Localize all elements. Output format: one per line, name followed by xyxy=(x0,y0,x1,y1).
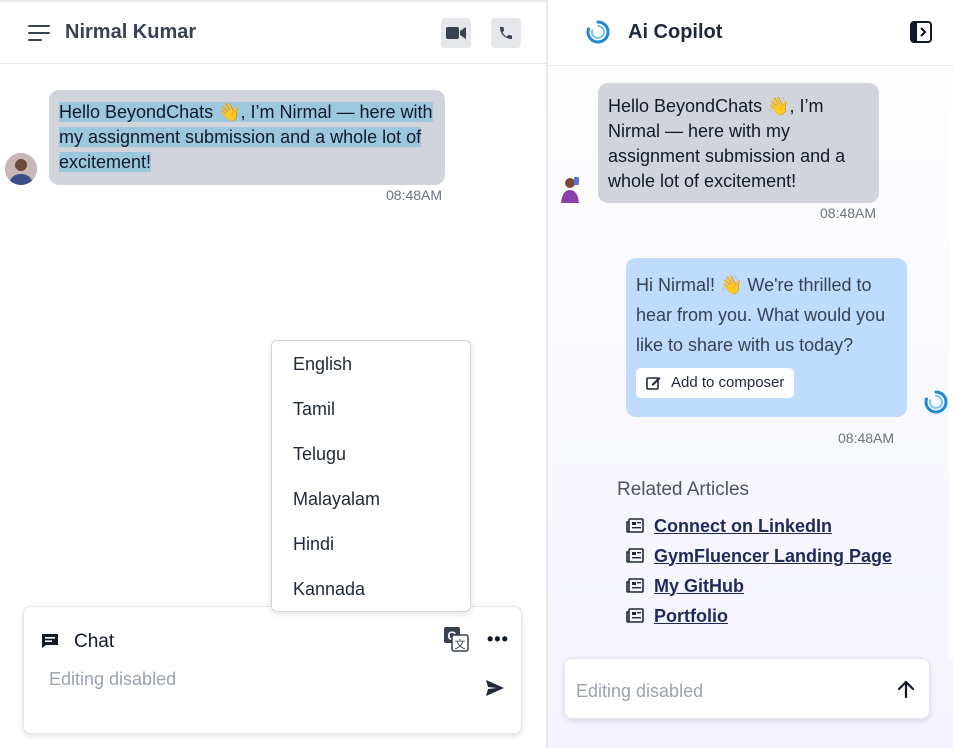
related-articles-heading: Related Articles xyxy=(617,479,750,500)
message-timestamp: 08:48AM xyxy=(386,187,443,203)
chat-header: Nirmal Kumar xyxy=(0,2,546,64)
composer-mode-label[interactable]: Chat xyxy=(74,631,114,653)
send-icon[interactable] xyxy=(485,679,505,697)
newspaper-icon xyxy=(626,518,644,534)
copilot-header: Ai Copilot xyxy=(548,0,953,66)
contact-name: Nirmal Kumar xyxy=(65,21,197,43)
sidebar-toggle-icon[interactable] xyxy=(910,21,932,43)
related-article-link[interactable]: GymFluencer Landing Page xyxy=(626,544,892,568)
language-option-english[interactable]: English xyxy=(293,354,352,375)
related-article-link[interactable]: My GitHub xyxy=(626,574,744,598)
phone-call-button[interactable] xyxy=(491,18,521,48)
copilot-panel: Ai Copilot Hello BeyondChats 👋, I’m Nirm… xyxy=(548,0,953,748)
copilot-input[interactable]: Editing disabled xyxy=(564,658,930,719)
copilot-bot-message-text: Hi Nirmal! 👋 We're thrilled to hear from… xyxy=(636,275,886,355)
video-call-button[interactable] xyxy=(441,18,471,48)
related-article-link[interactable]: Portfolio xyxy=(626,604,728,628)
message-timestamp: 08:48AM xyxy=(838,430,895,446)
language-option-hindi[interactable]: Hindi xyxy=(293,534,334,555)
language-option-malayalam[interactable]: Malayalam xyxy=(293,489,380,510)
copilot-input-placeholder[interactable]: Editing disabled xyxy=(576,681,703,702)
add-to-composer-label: Add to composer xyxy=(671,374,785,391)
language-option-tamil[interactable]: Tamil xyxy=(293,399,335,420)
submit-arrow-up-icon[interactable] xyxy=(896,679,916,699)
copilot-user-message-bubble: Hello BeyondChats 👋, I’m Nirmal — here w… xyxy=(598,83,879,203)
newspaper-icon xyxy=(626,578,644,594)
menu-icon[interactable] xyxy=(28,24,50,42)
phone-call-icon xyxy=(500,27,512,39)
related-article-link[interactable]: Connect on LinkedIn xyxy=(626,514,832,538)
svg-text:文: 文 xyxy=(455,637,466,651)
user-avatar xyxy=(561,177,579,203)
language-option-kannada[interactable]: Kannada xyxy=(293,579,365,600)
copilot-logo-icon xyxy=(586,20,610,44)
newspaper-icon xyxy=(626,608,644,624)
article-link-text[interactable]: Connect on LinkedIn xyxy=(654,516,832,537)
message-composer: Chat G 文 ••• Editing disabled xyxy=(23,606,522,734)
composer-input[interactable]: Editing disabled xyxy=(49,669,176,690)
user-message-text: Hello BeyondChats 👋, I’m Nirmal — here w… xyxy=(59,102,433,172)
article-link-text[interactable]: Portfolio xyxy=(654,606,728,627)
scrollbar-track[interactable] xyxy=(949,67,953,659)
copilot-bot-message-bubble: Hi Nirmal! 👋 We're thrilled to hear from… xyxy=(626,258,907,417)
copilot-title: Ai Copilot xyxy=(628,21,723,43)
copilot-user-message-text: Hello BeyondChats 👋, I’m Nirmal — here w… xyxy=(608,96,846,191)
user-avatar xyxy=(5,153,37,185)
video-call-icon xyxy=(446,27,466,39)
copilot-bot-avatar-icon xyxy=(924,390,948,414)
newspaper-icon xyxy=(626,548,644,564)
article-link-text[interactable]: GymFluencer Landing Page xyxy=(654,546,892,567)
user-message-bubble: Hello BeyondChats 👋, I’m Nirmal — here w… xyxy=(49,90,445,185)
message-timestamp: 08:48AM xyxy=(820,205,877,221)
article-link-text[interactable]: My GitHub xyxy=(654,576,744,597)
more-options-icon[interactable]: ••• xyxy=(487,629,509,650)
language-dropdown-menu: English Tamil Telugu Malayalam Hindi Kan… xyxy=(271,340,471,612)
translate-icon[interactable]: G 文 xyxy=(443,626,469,652)
chat-icon xyxy=(42,634,58,648)
add-to-composer-button[interactable]: Add to composer xyxy=(636,368,795,398)
language-option-telugu[interactable]: Telugu xyxy=(293,444,346,465)
edit-icon xyxy=(646,376,661,390)
chat-panel: Nirmal Kumar Hello BeyondChats 👋, I’m Ni… xyxy=(0,0,546,748)
